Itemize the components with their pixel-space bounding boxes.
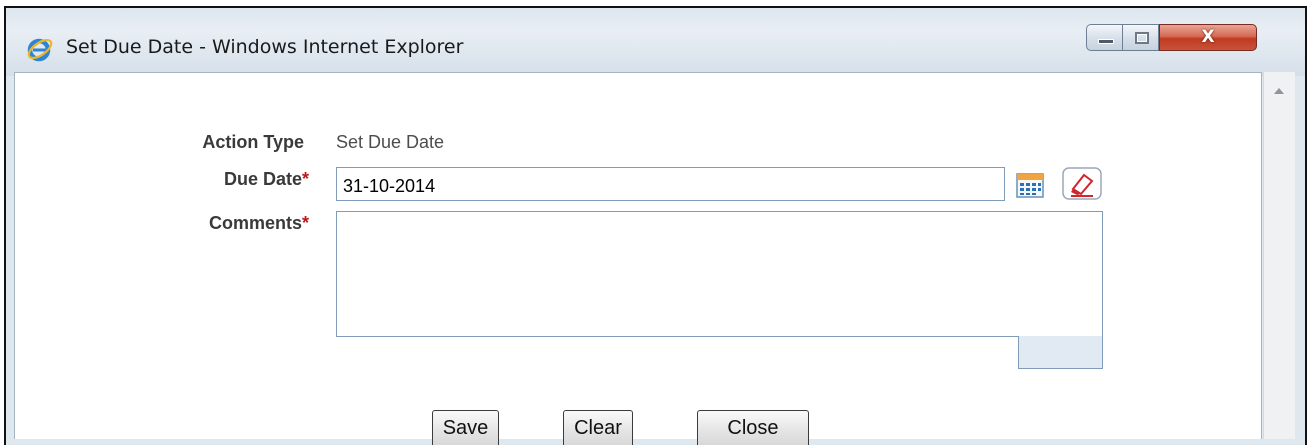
clear-button[interactable]: Clear: [563, 410, 633, 445]
window-title: Set Due Date - Windows Internet Explorer: [66, 36, 464, 58]
title-bar: Set Due Date - Windows Internet Explorer…: [6, 8, 1305, 76]
required-marker: *: [301, 169, 309, 189]
minimize-button[interactable]: [1086, 24, 1123, 51]
comments-label: Comments*: [209, 213, 309, 234]
eraser-icon[interactable]: [1062, 167, 1102, 200]
internet-explorer-icon: [27, 38, 53, 62]
scroll-up-arrow-icon[interactable]: [1274, 88, 1284, 94]
minimize-icon: [1087, 25, 1122, 50]
maximize-icon: [1123, 25, 1158, 50]
action-type-label-text: Action Type: [202, 132, 304, 152]
close-window-button[interactable]: X: [1159, 24, 1257, 51]
close-button[interactable]: Close: [697, 410, 809, 445]
comments-textarea[interactable]: [336, 211, 1103, 337]
due-date-label: Due Date*: [224, 169, 309, 190]
vertical-scrollbar[interactable]: [1263, 72, 1295, 439]
due-date-input[interactable]: [336, 167, 1005, 201]
close-icon: X: [1201, 27, 1215, 47]
action-type-label: Action Type: [202, 132, 304, 153]
calendar-icon[interactable]: [1016, 172, 1044, 198]
character-counter-box: [1018, 336, 1103, 369]
comments-label-text: Comments: [208, 213, 302, 233]
required-marker: *: [301, 213, 309, 233]
due-date-label-text: Due Date: [223, 169, 302, 189]
save-button[interactable]: Save: [432, 410, 499, 445]
action-type-value: Set Due Date: [336, 132, 445, 152]
maximize-button[interactable]: [1122, 24, 1159, 51]
